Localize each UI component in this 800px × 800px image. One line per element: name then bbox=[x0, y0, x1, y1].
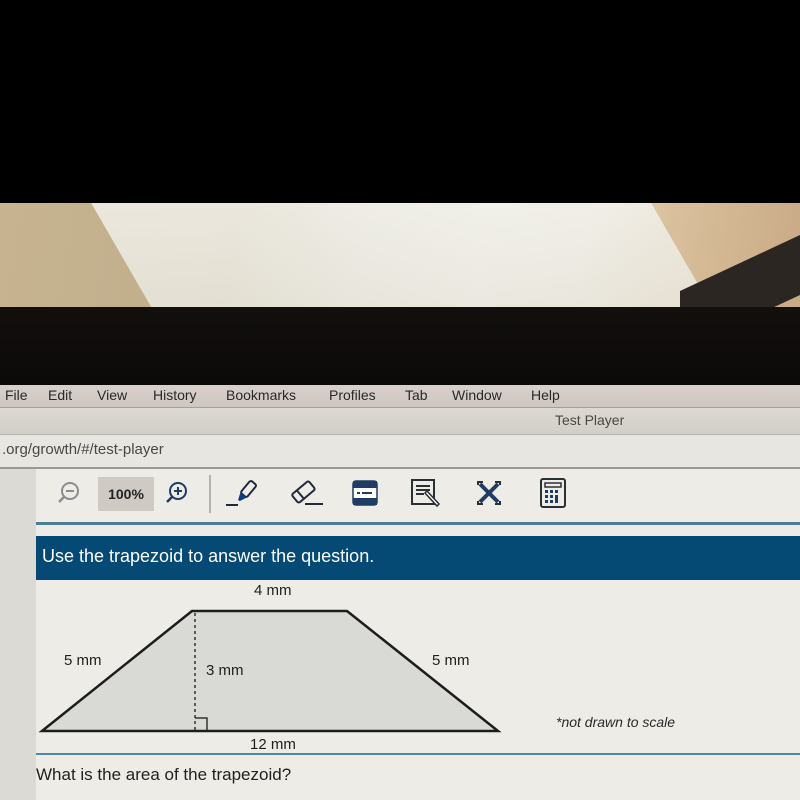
photo-background-top bbox=[0, 0, 800, 203]
photo-room-background bbox=[0, 203, 800, 307]
notepad-icon bbox=[411, 479, 441, 508]
menu-tab[interactable]: Tab bbox=[405, 387, 428, 403]
ceiling bbox=[85, 203, 715, 307]
notepad-button[interactable] bbox=[408, 475, 442, 511]
eraser-icon bbox=[291, 480, 323, 505]
toolbar-divider bbox=[209, 475, 211, 513]
right-side-label: 5 mm bbox=[432, 652, 470, 669]
menu-bar: File Edit View History Bookmarks Profile… bbox=[0, 385, 800, 408]
calculator-icon bbox=[540, 478, 566, 508]
test-player-page: 100% Use the trapezoid to answer the que… bbox=[0, 469, 800, 800]
menu-edit[interactable]: Edit bbox=[48, 387, 72, 403]
menu-profiles[interactable]: Profiles bbox=[329, 387, 376, 403]
menu-bookmarks[interactable]: Bookmarks bbox=[226, 387, 296, 403]
question-prompt: What is the area of the trapezoid? bbox=[36, 765, 292, 784]
menu-window[interactable]: Window bbox=[452, 387, 502, 403]
trapezoid-diagram bbox=[38, 609, 502, 733]
zoom-out-icon bbox=[58, 482, 79, 503]
trapezoid-shape bbox=[38, 609, 502, 733]
zoom-level: 100% bbox=[98, 477, 154, 511]
url-text[interactable]: .org/growth/#/test-player bbox=[2, 441, 164, 458]
toolbar-rule bbox=[36, 522, 800, 525]
question-divider bbox=[36, 753, 800, 755]
highlighter-icon bbox=[226, 480, 257, 506]
top-base-label: 4 mm bbox=[254, 582, 292, 599]
menu-view[interactable]: View bbox=[97, 387, 127, 403]
instruction-text: Use the trapezoid to answer the question… bbox=[42, 546, 375, 566]
height-label: 3 mm bbox=[206, 662, 244, 679]
zoom-in-icon bbox=[166, 482, 187, 503]
trapezoid-figure: 4 mm 5 mm 3 mm 5 mm 12 mm *not drawn to … bbox=[36, 582, 800, 753]
question-banner: Use the trapezoid to answer the question… bbox=[36, 536, 800, 580]
test-toolbar: 100% bbox=[36, 469, 800, 517]
highlighter-button[interactable] bbox=[222, 475, 262, 511]
address-bar[interactable]: .org/growth/#/test-player bbox=[0, 435, 800, 469]
eliminate-icon bbox=[477, 481, 501, 505]
zoom-out-button[interactable] bbox=[54, 475, 84, 511]
zoom-in-button[interactable] bbox=[162, 475, 192, 511]
calculator-button[interactable] bbox=[536, 475, 570, 511]
monitor-bezel bbox=[0, 307, 800, 385]
window-titlebar: Test Player bbox=[0, 408, 800, 435]
menu-history[interactable]: History bbox=[153, 387, 197, 403]
answer-eliminator-button[interactable] bbox=[472, 475, 506, 511]
bottom-base-label: 12 mm bbox=[250, 736, 296, 753]
eraser-button[interactable] bbox=[286, 475, 326, 511]
screen: File Edit View History Bookmarks Profile… bbox=[0, 385, 800, 800]
line-reader-icon bbox=[352, 480, 378, 506]
room-corner bbox=[680, 235, 800, 307]
menu-file[interactable]: File bbox=[5, 387, 28, 403]
window-title: Test Player bbox=[555, 412, 625, 428]
scale-note: *not drawn to scale bbox=[556, 714, 676, 730]
left-side-label: 5 mm bbox=[64, 652, 102, 669]
left-gutter bbox=[0, 469, 36, 800]
menu-help[interactable]: Help bbox=[531, 387, 560, 403]
line-reader-button[interactable] bbox=[348, 475, 382, 511]
